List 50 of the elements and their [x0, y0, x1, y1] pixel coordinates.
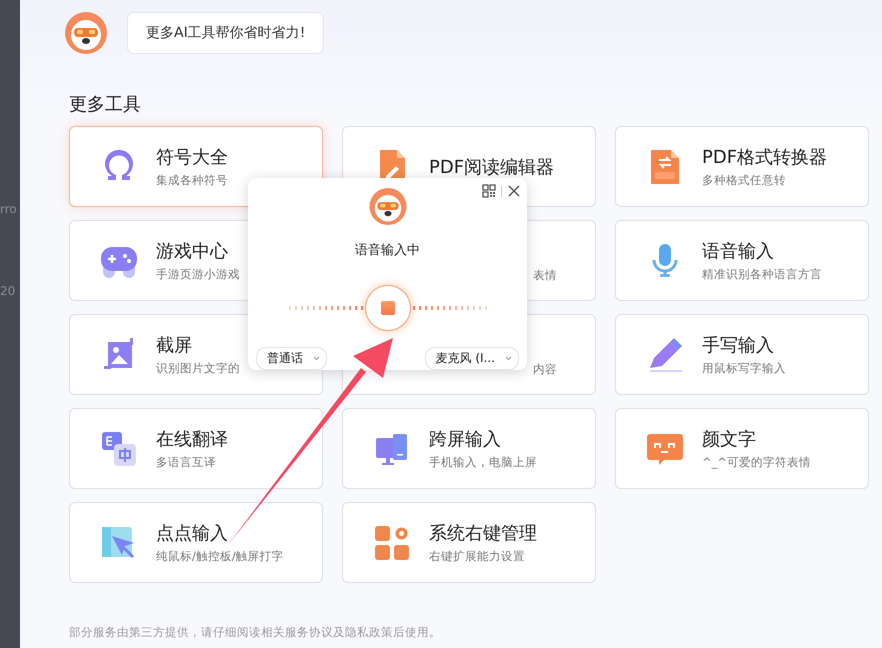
tool-card[interactable]: 点点输入 纯鼠标/触控板/触屏打字 [69, 502, 323, 583]
tool-description: 多种格式任意转 [702, 173, 787, 188]
apps-gear-icon [373, 524, 411, 562]
tool-title: 截屏 [156, 334, 193, 357]
tool-description: 手机输入，电脑上屏 [429, 455, 537, 470]
caret-icon [505, 356, 512, 361]
tool-description: 集成各种符号 [156, 173, 228, 188]
tool-description: 用鼠标写字输入 [702, 361, 786, 376]
tool-title: 游戏中心 [156, 240, 229, 263]
background-window-text: rro [0, 202, 18, 216]
tool-title: 系统右键管理 [429, 522, 537, 545]
tool-description: 纯鼠标/触控板/触屏打字 [156, 549, 284, 564]
translate-icon [100, 430, 138, 468]
tool-title: 点点输入 [156, 522, 229, 545]
tool-title: 手写输入 [702, 334, 775, 357]
mascot-icon [65, 12, 107, 54]
tool-description: 多语言互译 [156, 455, 217, 470]
disclaimer-text: 部分服务由第三方提供，请仔细阅读相关服务协议及隐私政策后使用。 [69, 625, 442, 640]
tool-description: 内容 [533, 362, 557, 377]
tool-card[interactable]: 语音输入 精准识别各种语言方言 [615, 220, 869, 301]
tool-title: 颜文字 [702, 428, 757, 451]
tool-title: PDF阅读编辑器 [429, 156, 554, 178]
speech-bubble: 更多AI工具帮你省时省力! [127, 12, 324, 54]
language-dropdown[interactable]: 普通话 [256, 347, 327, 370]
microphone-dropdown[interactable]: 麦克风 (I... [424, 347, 519, 370]
section-title: 更多工具 [69, 93, 142, 116]
tool-description: ^_^可爱的字符表情 [702, 455, 812, 470]
tool-description: 手游页游小游戏 [156, 267, 240, 282]
tool-card[interactable]: 系统右键管理 右键扩展能力设置 [342, 502, 596, 583]
tool-title: 在线翻译 [156, 428, 228, 451]
tool-description: 识别图片文字的 [156, 361, 240, 376]
tool-card[interactable]: 符号大全 集成各种符号 [69, 126, 323, 207]
tool-description: 右键扩展能力设置 [429, 549, 526, 564]
recording-status: 语音输入中 [355, 242, 420, 259]
tool-description: 精准识别各种语言方言 [702, 267, 822, 282]
tool-title: 语音输入 [702, 240, 775, 263]
tool-title: 符号大全 [156, 146, 228, 169]
tool-description: 表情 [533, 268, 557, 283]
tool-title: PDF格式转换器 [702, 146, 828, 169]
qr-code-button[interactable] [482, 184, 496, 198]
tool-card[interactable]: 跨屏输入 手机输入，电脑上屏 [342, 408, 596, 489]
tool-card[interactable]: 手写输入 用鼠标写字输入 [615, 314, 869, 395]
tool-card[interactable]: 在线翻译 多语言互译 [69, 408, 323, 489]
tool-card[interactable]: PDF格式转换器 多种格式任意转 [615, 126, 869, 207]
tool-card[interactable]: 颜文字 ^_^可爱的字符表情 [615, 408, 869, 489]
stop-recording-button[interactable] [364, 285, 410, 331]
caret-icon [313, 356, 320, 361]
close-button[interactable] [507, 184, 521, 198]
tool-title: 跨屏输入 [429, 428, 502, 451]
background-window-text: 20 [0, 284, 16, 298]
